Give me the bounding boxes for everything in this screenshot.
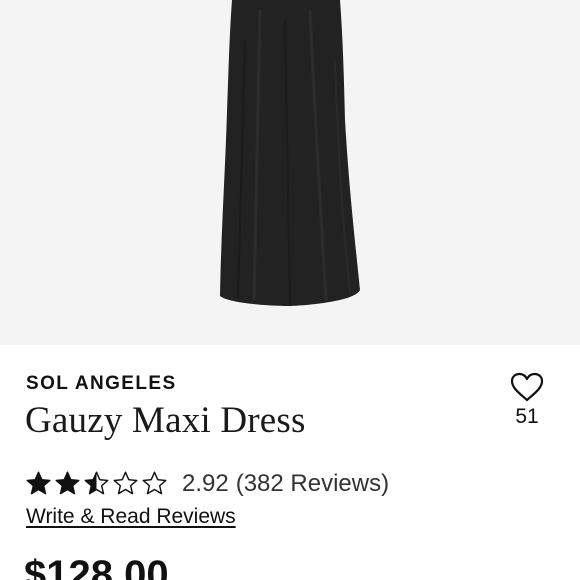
star-rating[interactable] (25, 470, 170, 498)
star-empty-icon (142, 471, 167, 495)
favorite-count: 51 (515, 405, 539, 428)
star-filled-icon (55, 471, 80, 495)
rating-summary[interactable]: 2.92 (382 Reviews) (182, 470, 396, 498)
review-count: (382 Reviews) (235, 470, 390, 497)
star-filled-icon (26, 471, 51, 495)
dress-photo (0, 0, 580, 345)
product-price: $128.00 (24, 553, 169, 580)
star-half-icon (84, 471, 109, 495)
product-image[interactable] (0, 0, 580, 345)
product-title: Gauzy Maxi Dress (25, 400, 306, 441)
rating-score: 2.92 (182, 470, 229, 497)
write-read-reviews-link[interactable]: Write & Read Reviews (26, 505, 236, 529)
favorite-button[interactable]: 51 (505, 368, 549, 432)
brand-name[interactable]: SOL ANGELES (26, 373, 177, 395)
heart-icon[interactable] (510, 372, 544, 407)
star-empty-icon (113, 471, 138, 495)
